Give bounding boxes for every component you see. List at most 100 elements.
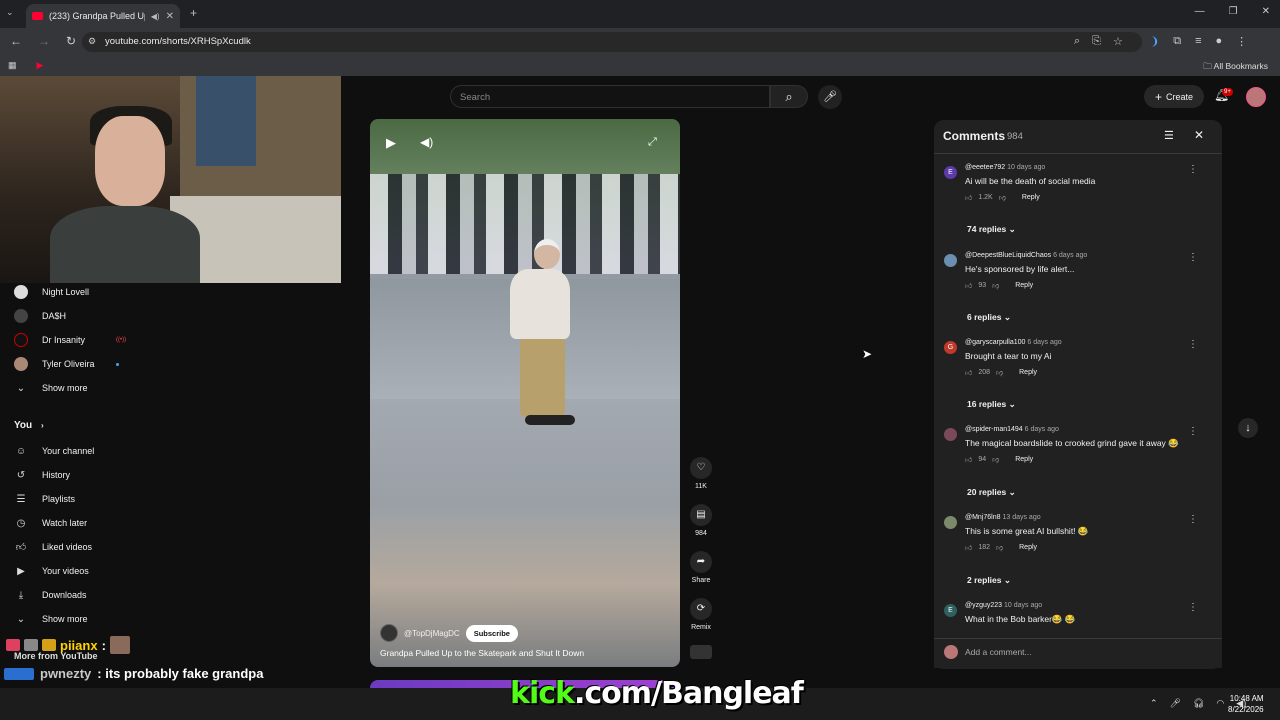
install-icon[interactable]: ⎘ bbox=[1092, 35, 1101, 48]
like-button[interactable]: ♡ 11K bbox=[690, 457, 712, 490]
commenter-avatar[interactable] bbox=[944, 516, 957, 529]
sidebar-channel[interactable]: Night Lovell bbox=[0, 281, 140, 303]
mic-icon[interactable]: 🎤︎ bbox=[1170, 698, 1181, 709]
reply-button[interactable]: Reply bbox=[1015, 282, 1033, 289]
replies-toggle[interactable]: 16 replies ⌄ bbox=[967, 399, 1016, 410]
chevron-up-icon[interactable]: ⌃ bbox=[1150, 698, 1158, 709]
minimize-icon[interactable]: — bbox=[1195, 6, 1205, 17]
scroll-down-icon[interactable]: ↓ bbox=[1238, 418, 1258, 438]
add-comment-input[interactable]: Add a comment... bbox=[965, 647, 1032, 657]
forward-icon[interactable]: → bbox=[38, 34, 50, 48]
sidebar-item-history[interactable]: ↺ History bbox=[0, 464, 140, 486]
sidebar-you-heading[interactable]: You › bbox=[14, 420, 44, 431]
headset-icon[interactable]: 🎧︎ bbox=[1193, 698, 1204, 709]
comment-user[interactable]: @eeetee792 bbox=[965, 164, 1005, 171]
bookmark-star-icon[interactable]: ☆ bbox=[1113, 35, 1123, 48]
volume-icon[interactable]: ◀) bbox=[420, 135, 433, 149]
sound-thumbnail[interactable] bbox=[690, 645, 712, 659]
replies-toggle[interactable]: 6 replies ⌄ bbox=[967, 312, 1011, 323]
thumb-up-icon[interactable]: 👍︎ bbox=[965, 281, 972, 290]
create-button[interactable]: + Create bbox=[1144, 85, 1204, 108]
thumb-down-icon[interactable]: 👎︎ bbox=[996, 368, 1003, 377]
sort-icon[interactable]: ☰ bbox=[1164, 129, 1174, 142]
more-options-icon[interactable]: ⋮ bbox=[1188, 339, 1198, 350]
tab-close-icon[interactable]: ✕ bbox=[166, 11, 174, 22]
sidebar-channel[interactable]: DA$H bbox=[0, 305, 140, 327]
site-info-icon[interactable]: ⚙ bbox=[88, 36, 96, 47]
replies-toggle[interactable]: 74 replies ⌄ bbox=[967, 224, 1016, 235]
clock[interactable]: 10:48 AM 8/22/2026 bbox=[1228, 693, 1264, 715]
shorts-video-player[interactable] bbox=[370, 119, 680, 667]
replies-toggle[interactable]: 20 replies ⌄ bbox=[967, 487, 1016, 498]
extension-icon[interactable]: ❩ bbox=[1150, 35, 1159, 48]
sidebar-item-liked-videos[interactable]: 👍︎ Liked videos bbox=[0, 536, 140, 558]
back-icon[interactable]: ← bbox=[10, 34, 22, 48]
puzzle-icon[interactable]: ⧉ bbox=[1173, 35, 1181, 48]
share-button[interactable]: ➦ Share bbox=[690, 551, 712, 584]
commenter-avatar[interactable]: E bbox=[944, 166, 957, 179]
more-options-icon[interactable]: ⋮ bbox=[1188, 252, 1198, 263]
reply-button[interactable]: Reply bbox=[1019, 369, 1037, 376]
restore-icon[interactable]: ❐ bbox=[1229, 6, 1238, 17]
comment-user[interactable]: @spider-man1494 bbox=[965, 426, 1023, 433]
more-options-icon[interactable]: ⋮ bbox=[1188, 426, 1198, 437]
more-options-icon[interactable]: ⋮ bbox=[1188, 164, 1198, 175]
search-input[interactable]: Search bbox=[450, 85, 770, 108]
comment-user[interactable]: @DeepestBlueLiquidChaos bbox=[965, 252, 1051, 259]
sidebar-item-your-channel[interactable]: ☺ Your channel bbox=[0, 440, 140, 462]
comment-user[interactable]: @yzguy223 bbox=[965, 602, 1002, 609]
close-icon[interactable]: ✕ bbox=[1194, 128, 1204, 142]
reply-button[interactable]: Reply bbox=[1022, 194, 1040, 201]
tab-search-icon[interactable]: ⌄ bbox=[6, 7, 14, 18]
profile-icon[interactable]: ● bbox=[1216, 35, 1223, 48]
tab-audio-icon[interactable]: ◀) bbox=[151, 12, 160, 21]
menu-icon[interactable]: ⋮ bbox=[1236, 35, 1247, 48]
sidebar-show-more-2[interactable]: ⌄ Show more bbox=[0, 608, 140, 630]
expand-icon[interactable]: ⤢ bbox=[648, 136, 657, 149]
more-options-icon[interactable]: ⋮ bbox=[1188, 514, 1198, 525]
voice-search-button[interactable]: 🎤︎ bbox=[818, 85, 842, 109]
sidebar-channel[interactable]: Tyler Oliveira bbox=[0, 353, 140, 375]
thumb-down-icon[interactable]: 👎︎ bbox=[999, 193, 1006, 202]
search-button[interactable]: ⌕ bbox=[770, 85, 808, 108]
sidebar-show-more[interactable]: ⌄ Show more bbox=[0, 377, 140, 399]
commenter-avatar[interactable]: G bbox=[944, 341, 957, 354]
subscribe-button[interactable]: Subscribe bbox=[465, 624, 518, 642]
comments-button[interactable]: ▤ 984 bbox=[690, 504, 712, 537]
media-icon[interactable]: ≡ bbox=[1195, 35, 1201, 48]
wifi-icon[interactable]: ◠ bbox=[1216, 698, 1224, 709]
play-icon[interactable]: ▶ bbox=[386, 135, 396, 151]
channel-handle[interactable]: @TopDjMagDC bbox=[404, 629, 460, 638]
browser-tab[interactable]: (233) Grandpa Pulled Up to ◀) ✕ bbox=[26, 4, 180, 28]
commenter-avatar[interactable] bbox=[944, 428, 957, 441]
sidebar-item-playlists[interactable]: ☰ Playlists bbox=[0, 488, 140, 510]
channel-avatar[interactable] bbox=[380, 624, 398, 642]
remix-button[interactable]: ⟳ Remix bbox=[690, 598, 712, 631]
replies-toggle[interactable]: 2 replies ⌄ bbox=[967, 575, 1011, 586]
account-avatar[interactable] bbox=[1246, 87, 1266, 107]
thumb-down-icon[interactable]: 👎︎ bbox=[996, 543, 1003, 552]
sidebar-item-watch-later[interactable]: ◷ Watch later bbox=[0, 512, 140, 534]
thumb-up-icon[interactable]: 👍︎ bbox=[965, 368, 972, 377]
video-title[interactable]: Grandpa Pulled Up to the Skatepark and S… bbox=[380, 648, 584, 658]
zoom-icon[interactable]: ⌕ bbox=[1074, 35, 1080, 48]
commenter-avatar[interactable]: E bbox=[944, 604, 957, 617]
close-window-icon[interactable]: ✕ bbox=[1262, 6, 1270, 17]
reply-button[interactable]: Reply bbox=[1015, 456, 1033, 463]
reply-button[interactable]: Reply bbox=[1019, 544, 1037, 551]
comment-user[interactable]: @garyscarpulla100 bbox=[965, 339, 1025, 346]
youtube-bookmark-icon[interactable]: ▶ bbox=[37, 60, 44, 71]
new-tab-icon[interactable]: + bbox=[190, 6, 197, 20]
thumb-down-icon[interactable]: 👎︎ bbox=[992, 281, 999, 290]
sidebar-item-your-videos[interactable]: ▶ Your videos bbox=[0, 560, 140, 582]
thumb-up-icon[interactable]: 👍︎ bbox=[965, 543, 972, 552]
thumb-up-icon[interactable]: 👍︎ bbox=[965, 193, 972, 202]
comment-user[interactable]: @Mnj76ln8 bbox=[965, 514, 1001, 521]
apps-icon[interactable]: ▦ bbox=[8, 60, 17, 71]
commenter-avatar[interactable] bbox=[944, 254, 957, 267]
all-bookmarks[interactable]: 🗀 All Bookmarks bbox=[1203, 61, 1268, 75]
thumb-down-icon[interactable]: 👎︎ bbox=[992, 455, 999, 464]
sidebar-item-downloads[interactable]: ⤓ Downloads bbox=[0, 584, 140, 606]
thumb-up-icon[interactable]: 👍︎ bbox=[965, 455, 972, 464]
more-options-icon[interactable]: ⋮ bbox=[1188, 602, 1198, 613]
